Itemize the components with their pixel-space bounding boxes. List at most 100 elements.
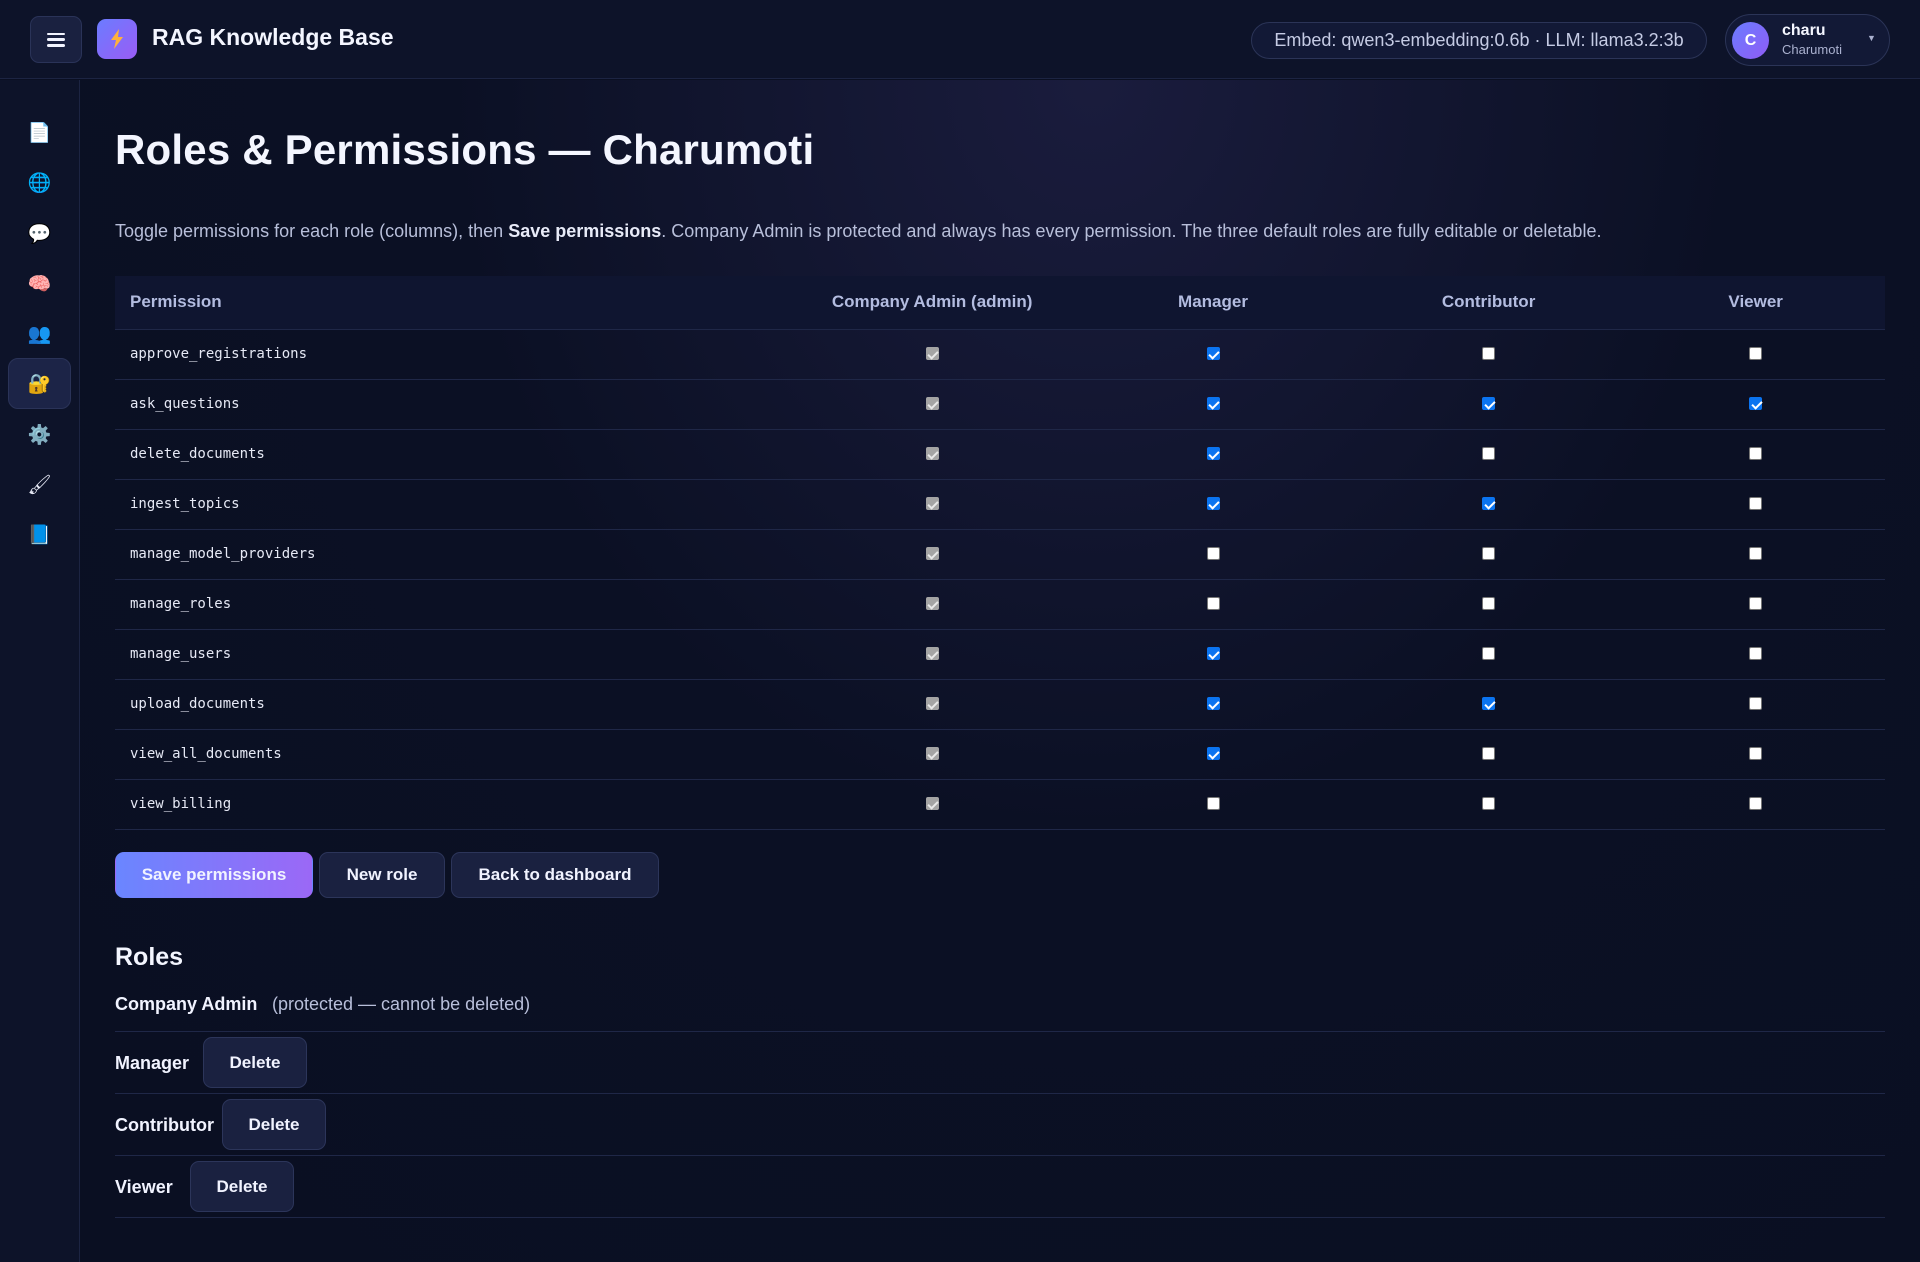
checkbox-admin-delete_documents (925, 447, 939, 461)
checkbox-viewer-manage_users[interactable] (1749, 647, 1763, 661)
checkbox-viewer-manage_model_providers[interactable] (1749, 547, 1763, 561)
permission-cell-contributor (1350, 779, 1627, 830)
checkbox-viewer-delete_documents[interactable] (1749, 447, 1763, 461)
checkbox-contributor-view_all_documents[interactable] (1482, 747, 1496, 761)
intro-bold: Save permissions (508, 221, 662, 241)
role-row-viewer: Viewer Delete (115, 1156, 1885, 1218)
header-viewer: Viewer (1626, 276, 1885, 330)
permission-cell-contributor (1350, 479, 1627, 530)
sidebar-item-gear[interactable]: ⚙️ (8, 409, 71, 460)
table-row: ingest_topics (115, 479, 1885, 530)
hamburger-icon (47, 32, 65, 47)
checkbox-admin-view_all_documents (925, 747, 939, 761)
permission-name: ask_questions (115, 379, 790, 430)
permission-cell-admin (789, 629, 1076, 680)
permission-cell-manager (1075, 429, 1351, 480)
permission-cell-viewer (1626, 629, 1885, 680)
intro-text: Toggle permissions for each role (column… (115, 221, 1905, 242)
permission-cell-manager (1075, 379, 1351, 430)
checkbox-admin-manage_model_providers (925, 547, 939, 561)
checkbox-manager-delete_documents[interactable] (1206, 447, 1220, 461)
roles-heading: Roles (115, 943, 184, 971)
delete-role-button[interactable]: Delete (222, 1099, 326, 1150)
permission-cell-manager (1075, 529, 1351, 580)
permission-name: manage_roles (115, 579, 790, 630)
role-row-contributor: Contributor Delete (115, 1094, 1885, 1156)
user-menu[interactable]: C charu Charumoti ▼ (1725, 14, 1890, 66)
sidebar-item-book[interactable]: 📘 (8, 509, 71, 560)
role-name: Company Admin (115, 994, 258, 1014)
role-name: Contributor (115, 1115, 214, 1135)
checkbox-contributor-delete_documents[interactable] (1482, 447, 1496, 461)
menu-button[interactable] (30, 16, 82, 63)
role-name: Viewer (115, 1177, 173, 1197)
table-header-row: Permission Company Admin (admin) Manager… (115, 276, 1885, 330)
checkbox-manager-ask_questions[interactable] (1206, 397, 1220, 411)
permission-cell-viewer (1626, 679, 1885, 730)
permission-cell-admin (789, 479, 1076, 530)
permission-cell-contributor (1350, 579, 1627, 630)
checkbox-contributor-manage_users[interactable] (1482, 647, 1496, 661)
permission-cell-contributor (1350, 629, 1627, 680)
checkbox-manager-manage_users[interactable] (1206, 647, 1220, 661)
checkbox-manager-manage_roles[interactable] (1206, 597, 1220, 611)
back-to-dashboard-button[interactable]: Back to dashboard (451, 852, 659, 898)
checkbox-contributor-approve_registrations[interactable] (1482, 347, 1496, 361)
checkbox-viewer-approve_registrations[interactable] (1749, 347, 1763, 361)
permission-cell-manager (1075, 579, 1351, 630)
header-permission: Permission (115, 276, 790, 330)
permission-cell-admin (789, 529, 1076, 580)
permission-cell-contributor (1350, 679, 1627, 730)
permission-name: view_all_documents (115, 729, 790, 780)
permission-cell-admin (789, 579, 1076, 630)
permission-cell-viewer (1626, 579, 1885, 630)
checkbox-manager-ingest_topics[interactable] (1206, 497, 1220, 511)
checkbox-manager-manage_model_providers[interactable] (1206, 547, 1220, 561)
table-row: delete_documents (115, 429, 1885, 480)
checkbox-viewer-view_all_documents[interactable] (1749, 747, 1763, 761)
permission-cell-admin (789, 679, 1076, 730)
table-row: approve_registrations (115, 329, 1885, 380)
document-icon: 📄 (27, 122, 52, 144)
permission-cell-admin (789, 379, 1076, 430)
checkbox-contributor-manage_model_providers[interactable] (1482, 547, 1496, 561)
checkbox-manager-view_all_documents[interactable] (1206, 747, 1220, 761)
sidebar-item-globe[interactable]: 🌐 (8, 157, 71, 208)
sidebar-item-users[interactable]: 👥 (8, 308, 71, 359)
new-role-button[interactable]: New role (319, 852, 445, 898)
sidebar-item-document[interactable]: 📄 (8, 107, 71, 158)
checkbox-viewer-ask_questions[interactable] (1749, 397, 1763, 411)
brain-icon: 🧠 (27, 273, 52, 295)
checkbox-contributor-view_billing[interactable] (1482, 797, 1496, 811)
permission-cell-contributor (1350, 429, 1627, 480)
checkbox-manager-view_billing[interactable] (1206, 797, 1220, 811)
globe-icon: 🌐 (27, 172, 52, 194)
checkbox-viewer-view_billing[interactable] (1749, 797, 1763, 811)
permission-cell-manager (1075, 779, 1351, 830)
table-row: manage_users (115, 629, 1885, 680)
sidebar-item-lock[interactable]: 🔐 (8, 358, 71, 409)
permission-cell-viewer (1626, 729, 1885, 780)
checkbox-viewer-upload_documents[interactable] (1749, 697, 1763, 711)
sidebar-item-chat[interactable]: 💬 (8, 208, 71, 259)
checkbox-viewer-ingest_topics[interactable] (1749, 497, 1763, 511)
save-permissions-button[interactable]: Save permissions (115, 852, 313, 898)
checkbox-manager-approve_registrations[interactable] (1206, 347, 1220, 361)
role-row-manager: Manager Delete (115, 1032, 1885, 1094)
checkbox-contributor-upload_documents[interactable] (1482, 697, 1496, 711)
checkbox-viewer-manage_roles[interactable] (1749, 597, 1763, 611)
delete-role-button[interactable]: Delete (190, 1161, 294, 1212)
permission-name: upload_documents (115, 679, 790, 730)
intro-part: . Company Admin is protected and always … (661, 221, 1602, 241)
checkbox-contributor-manage_roles[interactable] (1482, 597, 1496, 611)
delete-role-button[interactable]: Delete (203, 1037, 307, 1088)
checkbox-contributor-ask_questions[interactable] (1482, 397, 1496, 411)
permission-name: manage_users (115, 629, 790, 680)
checkbox-contributor-ingest_topics[interactable] (1482, 497, 1496, 511)
sidebar-item-brain[interactable]: 🧠 (8, 258, 71, 309)
permission-name: manage_model_providers (115, 529, 790, 580)
role-name: Manager (115, 1053, 190, 1073)
sidebar-item-brush[interactable]: 🖌 (8, 459, 71, 510)
checkbox-manager-upload_documents[interactable] (1206, 697, 1220, 711)
permission-name: ingest_topics (115, 479, 790, 530)
